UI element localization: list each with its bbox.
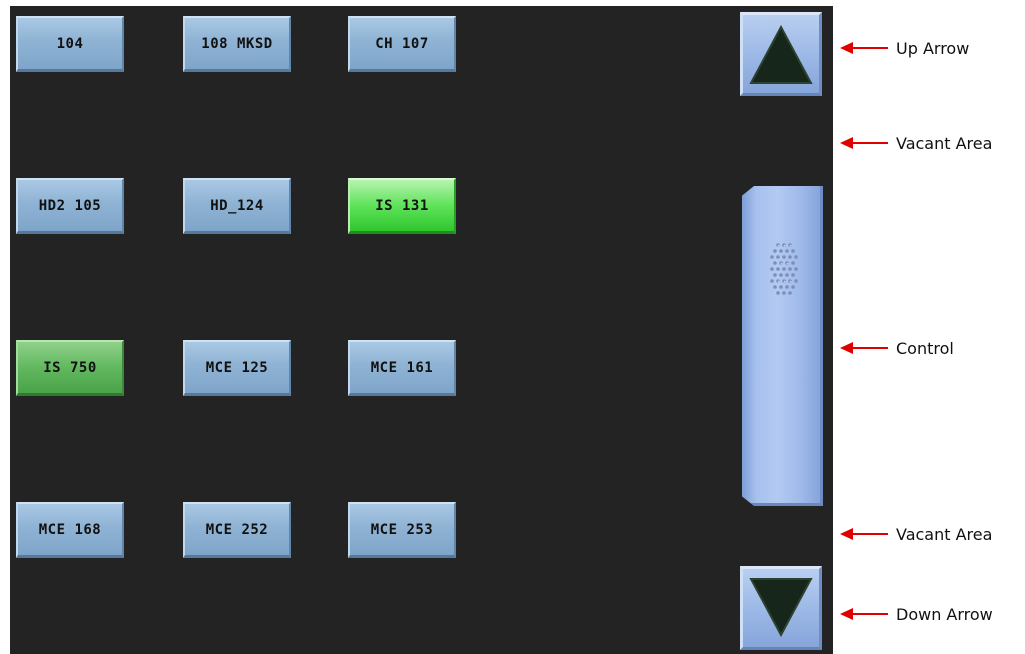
tile-button-hd-124[interactable]: HD_124 <box>183 178 291 234</box>
red-left-arrow-icon <box>840 528 888 540</box>
tile-button-is-750[interactable]: IS 750 <box>16 340 124 396</box>
red-left-arrow-icon <box>840 608 888 620</box>
red-left-arrow-icon <box>840 137 888 149</box>
annotation-down-arrow: Down Arrow <box>840 604 993 624</box>
grip-dots-icon <box>770 243 798 295</box>
scroll-down-button[interactable] <box>740 566 822 650</box>
tile-button-mce-161[interactable]: MCE 161 <box>348 340 456 396</box>
scroll-track-vacant-top[interactable] <box>740 96 822 186</box>
red-left-arrow-icon <box>840 42 888 54</box>
scroll-track-vacant-bottom[interactable] <box>740 506 822 564</box>
annotation-label: Vacant Area <box>896 524 993 544</box>
tile-button-mce-125[interactable]: MCE 125 <box>183 340 291 396</box>
annotation-label: Vacant Area <box>896 133 993 153</box>
annotation-label: Down Arrow <box>896 604 993 624</box>
annotation-label: Control <box>896 338 954 358</box>
tile-button-mce-253[interactable]: MCE 253 <box>348 502 456 558</box>
red-left-arrow-icon <box>840 342 888 354</box>
annotation-vacant-top: Vacant Area <box>840 133 992 153</box>
triangle-down-icon <box>749 578 813 638</box>
annotation-label: Up Arrow <box>896 38 970 58</box>
tile-button-mce-252[interactable]: MCE 252 <box>183 502 291 558</box>
tile-button-mce-168[interactable]: MCE 168 <box>16 502 124 558</box>
annotation-control: Control <box>840 338 954 358</box>
tile-button-ch-107[interactable]: CH 107 <box>348 16 456 72</box>
tile-button-104[interactable]: 104 <box>16 16 124 72</box>
annotation-vacant-bottom: Vacant Area <box>840 524 992 544</box>
tile-button-is-131[interactable]: IS 131 <box>348 178 456 234</box>
annotation-up-arrow: Up Arrow <box>840 38 969 58</box>
tile-button-hd2-105[interactable]: HD2 105 <box>16 178 124 234</box>
scroll-up-button[interactable] <box>740 12 822 96</box>
scroll-thumb-control[interactable] <box>742 186 823 506</box>
tile-button-108-mksd[interactable]: 108 MKSD <box>183 16 291 72</box>
triangle-up-icon <box>749 24 813 84</box>
